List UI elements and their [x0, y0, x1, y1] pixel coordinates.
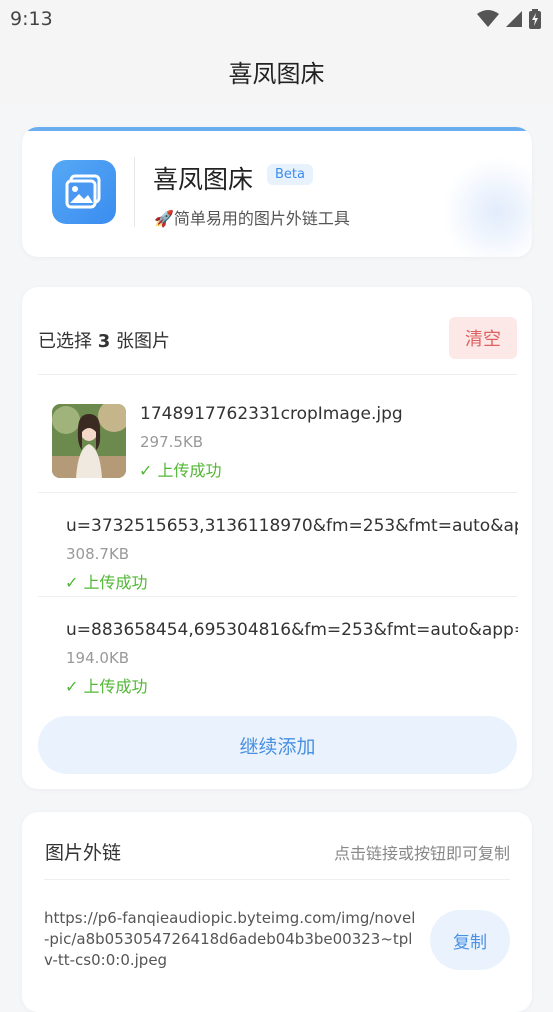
selected-count-label: 已选择 3 张图片 [38, 331, 170, 352]
upload-status: ✓ 上传成功 [65, 573, 148, 592]
file-size: 297.5KB [140, 433, 204, 451]
status-time: 9:13 [10, 8, 53, 30]
section-title: 图片外链 [45, 842, 122, 864]
page-title: 喜凤图床 [228, 59, 325, 88]
file-name: u=3732515653,3136118970&fm=253&fmt=auto&… [66, 516, 518, 536]
card-accent-line [22, 127, 532, 131]
battery-icon [529, 9, 541, 29]
image-thumbnail [52, 404, 126, 478]
beta-badge: Beta [267, 164, 313, 185]
app-info-card: 喜凤图床 Beta 🚀简单易用的图片外链工具 [22, 127, 532, 257]
decorative-glow [442, 157, 532, 257]
upload-status: ✓ 上传成功 [139, 461, 222, 480]
copy-hint: 点击链接或按钮即可复制 [333, 844, 510, 863]
selected-count: 3 [97, 331, 111, 352]
image-link-url[interactable]: https://p6-fanqieaudiopic.byteimg.com/im… [44, 908, 416, 971]
file-item[interactable]: u=883658454,695304816&fm=253&fmt=auto&ap… [22, 596, 532, 700]
upload-status: ✓ 上传成功 [65, 677, 148, 696]
page-header: 喜凤图床 [0, 38, 553, 104]
selected-images-card: 已选择 3 张图片 清空 1748917762331cropImage.jpg … [22, 287, 532, 789]
file-item[interactable]: 1748917762331cropImage.jpg 297.5KB ✓ 上传成… [22, 374, 532, 492]
file-size: 308.7KB [66, 545, 130, 563]
vertical-divider [134, 157, 135, 227]
file-name: 1748917762331cropImage.jpg [140, 404, 403, 424]
copy-button[interactable]: 复制 [430, 910, 510, 970]
file-item[interactable]: u=3732515653,3136118970&fm=253&fmt=auto&… [22, 492, 532, 596]
cellular-signal-icon [506, 11, 522, 27]
file-name: u=883658454,695304816&fm=253&fmt=auto&ap… [66, 620, 518, 640]
app-logo-icon [52, 160, 116, 224]
wifi-icon [477, 10, 499, 27]
app-subtitle: 🚀简单易用的图片外链工具 [154, 209, 350, 228]
divider [44, 879, 510, 880]
app-name: 喜凤图床 [153, 165, 254, 194]
clear-button[interactable]: 清空 [449, 317, 517, 359]
file-size: 194.0KB [66, 649, 130, 667]
status-bar: 9:13 [0, 0, 553, 38]
image-links-card: 图片外链 点击链接或按钮即可复制 https://p6-fanqieaudiop… [22, 812, 532, 1012]
add-more-button[interactable]: 继续添加 [38, 716, 517, 774]
